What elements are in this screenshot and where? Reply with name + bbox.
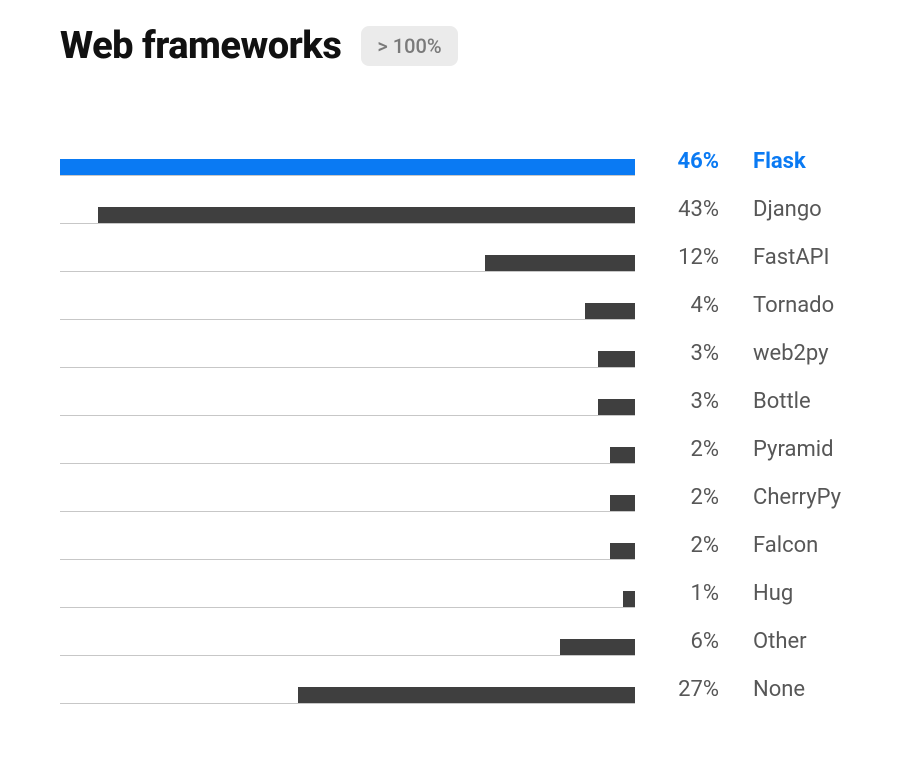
bar-track (60, 512, 635, 560)
bar-track (60, 320, 635, 368)
category-label: web2py (725, 341, 848, 368)
chart-rows: 46%Flask43%Django12%FastAPI4%Tornado3%we… (60, 128, 848, 704)
category-label: None (725, 677, 848, 704)
bar-fill (298, 687, 636, 703)
bar-track (60, 656, 635, 704)
bar-fill (610, 447, 635, 463)
bar-track (60, 608, 635, 656)
sum-badge: > 100% (361, 26, 457, 66)
bar-track (60, 464, 635, 512)
bar-fill (598, 399, 636, 415)
chart-row: 3%Bottle (60, 368, 848, 416)
value-label: 2% (635, 485, 725, 512)
chart-row: 6%Other (60, 608, 848, 656)
category-label: Other (725, 629, 848, 656)
category-label: Pyramid (725, 437, 848, 464)
value-label: 3% (635, 389, 725, 416)
value-label: 43% (635, 197, 725, 224)
chart-row: 2%Pyramid (60, 416, 848, 464)
bar-track (60, 224, 635, 272)
value-label: 12% (635, 245, 725, 272)
value-label: 4% (635, 293, 725, 320)
value-label: 2% (635, 533, 725, 560)
value-label: 6% (635, 629, 725, 656)
bar-track (60, 368, 635, 416)
chart-row: 3%web2py (60, 320, 848, 368)
bar-track (60, 176, 635, 224)
category-label: Flask (725, 149, 848, 176)
value-label: 46% (635, 149, 725, 176)
category-label: Django (725, 197, 848, 224)
value-label: 3% (635, 341, 725, 368)
category-label: Bottle (725, 389, 848, 416)
category-label: FastAPI (725, 245, 848, 272)
value-label: 2% (635, 437, 725, 464)
bar-track (60, 128, 635, 176)
category-label: Falcon (725, 533, 848, 560)
bar-fill (610, 543, 635, 559)
value-label: 1% (635, 581, 725, 608)
bar-fill (585, 303, 635, 319)
bar-fill (560, 639, 635, 655)
chart-row: 12%FastAPI (60, 224, 848, 272)
value-label: 27% (635, 677, 725, 704)
category-label: Tornado (725, 293, 848, 320)
chart-row: 1%Hug (60, 560, 848, 608)
chart-row: 43%Django (60, 176, 848, 224)
bar-track (60, 272, 635, 320)
chart-title: Web frameworks (60, 24, 341, 68)
bar-fill (623, 591, 636, 607)
bar-fill (485, 255, 635, 271)
bar-fill (610, 495, 635, 511)
chart-header: Web frameworks > 100% (60, 24, 848, 68)
bar-track (60, 560, 635, 608)
bar-fill (60, 159, 635, 175)
bar-fill (598, 351, 636, 367)
bar-track (60, 416, 635, 464)
chart-row: 46%Flask (60, 128, 848, 176)
bar-fill (98, 207, 636, 223)
chart-row: 27%None (60, 656, 848, 704)
category-label: CherryPy (725, 485, 848, 512)
category-label: Hug (725, 581, 848, 608)
chart-row: 2%Falcon (60, 512, 848, 560)
chart-row: 2%CherryPy (60, 464, 848, 512)
chart-row: 4%Tornado (60, 272, 848, 320)
